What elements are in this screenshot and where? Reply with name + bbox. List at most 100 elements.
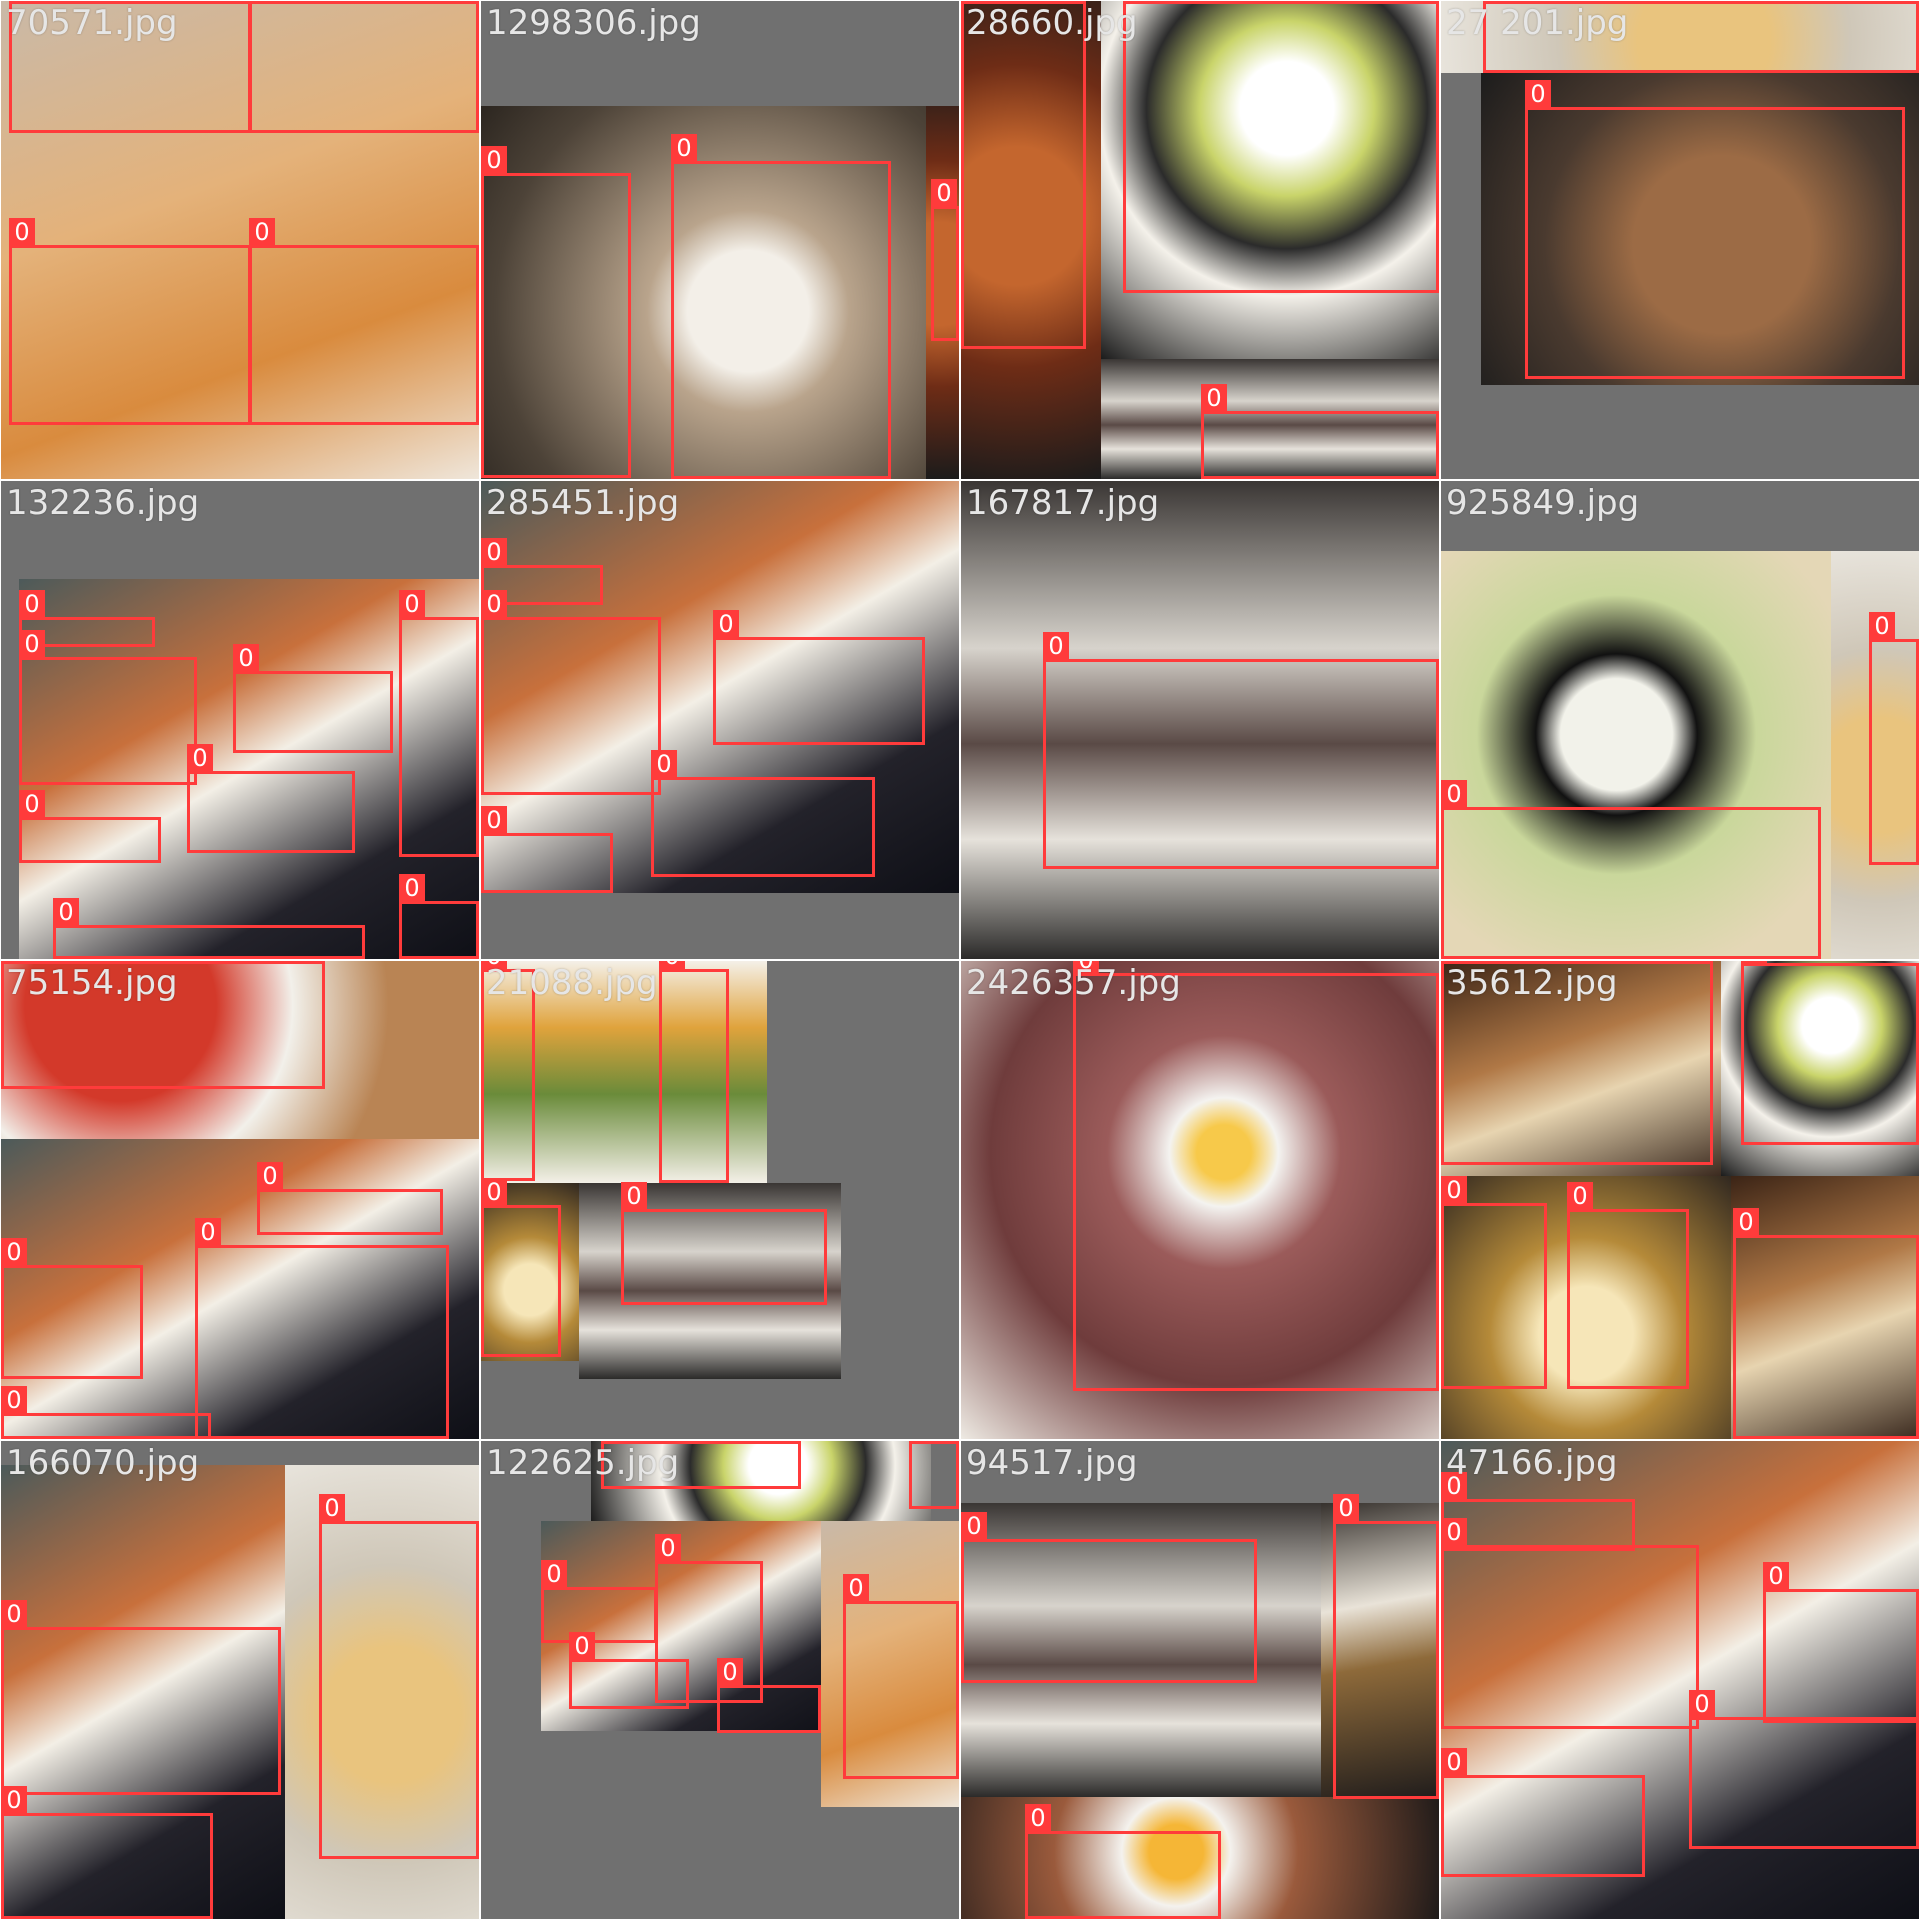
class-label: 0 [655, 1534, 681, 1562]
class-label: 0 [931, 179, 957, 207]
bounding-box: 0 [187, 744, 355, 853]
image-filename-label: 285451.jpg [486, 483, 680, 523]
mosaic-tile: 285451.jpg 0 0 0 0 0 [481, 481, 959, 959]
class-label: 0 [569, 1632, 595, 1660]
class-label: 0 [909, 1441, 935, 1442]
bounding-box: 0 [1741, 961, 1919, 1145]
mosaic-tile: 132236.jpg 0 0 0 0 0 0 0 0 [1, 481, 479, 959]
bounding-box: 0 [651, 750, 875, 877]
image-filename-label: 28660.jpg [966, 3, 1138, 43]
bounding-box: 0 [399, 874, 479, 959]
class-label: 0 [481, 806, 507, 834]
bounding-box: 0 [195, 1218, 449, 1439]
class-label: 0 [1, 961, 27, 962]
bounding-box: 0 [621, 1182, 827, 1305]
class-label: 0 [195, 1218, 221, 1246]
bounding-box: 0 [1689, 1690, 1919, 1849]
bounding-box: 0 [19, 790, 161, 863]
bounding-box: 0 [1525, 80, 1905, 379]
mosaic-tile: 1298306.jpg 0 0 0 [481, 1, 959, 479]
class-label: 0 [1763, 1562, 1789, 1590]
bounding-box: 0 [843, 1574, 959, 1779]
bounding-box: 0 [481, 590, 661, 795]
class-label: 0 [481, 538, 507, 566]
mosaic-tile: 167817.jpg 0 [961, 481, 1439, 959]
mosaic-tile: 94517.jpg 0 0 0 [961, 1441, 1439, 1919]
bounding-box: 0 [1441, 780, 1821, 959]
mosaic-tile: 2426357.jpg 0 [961, 961, 1439, 1439]
bounding-box: 0 [257, 1162, 443, 1235]
bounding-box: 0 [481, 806, 613, 893]
class-label: 0 [19, 590, 45, 618]
class-label: 0 [1, 1386, 27, 1414]
image-filename-label: 167817.jpg [966, 483, 1160, 523]
bounding-box: 0 [1333, 1494, 1439, 1799]
image-filename-label: 94517.jpg [966, 1443, 1138, 1483]
bounding-box: 0 [481, 146, 631, 478]
class-label: 0 [1441, 1176, 1467, 1204]
class-label: 0 [621, 1182, 647, 1210]
bounding-box: 0 [1763, 1562, 1919, 1723]
class-label: 0 [19, 790, 45, 818]
mosaic-tile: 35612.jpg 0 0 0 0 0 [1441, 961, 1919, 1439]
class-label: 0 [481, 1178, 507, 1206]
bounding-box: 0 [1441, 1176, 1547, 1389]
bounding-box: 0 [909, 1441, 959, 1509]
mosaic-tile: 70571.jpg 0 0 0 0 [1, 1, 479, 479]
bounding-box: 0 [713, 610, 925, 745]
class-label: 0 [1, 1238, 27, 1266]
class-label: 0 [1441, 1518, 1467, 1546]
class-label: 0 [651, 750, 677, 778]
class-label: 0 [249, 218, 275, 246]
bounding-box: 0 [249, 1, 479, 133]
bounding-box: 0 [1441, 1518, 1699, 1729]
bounding-box: 0 [319, 1494, 479, 1859]
bounding-box: 0 [569, 1632, 689, 1709]
bounding-box: 0 [1043, 632, 1439, 869]
image-filename-label: 132236.jpg [6, 483, 200, 523]
detection-mosaic-grid: 70571.jpg 0 0 0 0 1298306.jpg 0 0 0 2866… [0, 0, 1920, 1920]
bounding-box: 0 [961, 1, 1086, 349]
mosaic-tile: 166070.jpg 0 0 0 [1, 1441, 479, 1919]
class-label: 0 [1441, 780, 1467, 808]
bounding-box: 0 [1567, 1182, 1689, 1389]
class-label: 0 [19, 630, 45, 658]
bounding-box: 0 [1441, 1472, 1635, 1551]
mosaic-tile: 28660.jpg 0 0 0 [961, 1, 1439, 479]
mosaic-tile: 75154.jpg 0 0 0 0 0 [1, 961, 479, 1439]
class-label: 0 [249, 1, 275, 2]
image-filename-label: 21088.jpg [486, 963, 658, 1003]
class-label: 0 [961, 1, 987, 2]
bounding-box: 0 [19, 630, 197, 785]
bounding-box: 0 [1025, 1804, 1221, 1919]
class-label: 0 [1733, 1208, 1759, 1236]
bounding-box: 0 [659, 961, 729, 1183]
bounding-box: 0 [1, 1600, 281, 1795]
class-label: 0 [659, 961, 685, 970]
class-label: 0 [713, 610, 739, 638]
class-label: 0 [9, 218, 35, 246]
class-label: 0 [1, 1786, 27, 1814]
bounding-box: 0 [233, 644, 393, 753]
mosaic-tile: 925849.jpg 0 0 [1441, 481, 1919, 959]
mosaic-tile: 47166.jpg 0 0 0 0 0 [1441, 1441, 1919, 1919]
bounding-box: 0 [1441, 1748, 1645, 1877]
class-label: 0 [541, 1560, 567, 1588]
bounding-box: 0 [249, 218, 479, 425]
image-filename-label: 1298306.jpg [486, 3, 701, 43]
image-filename-label: 27 201.jpg [1446, 3, 1629, 43]
bounding-box: 0 [931, 179, 959, 341]
class-label: 0 [187, 744, 213, 772]
bounding-box: 0 [481, 1178, 561, 1357]
bounding-box: 0 [671, 134, 891, 479]
bounding-box: 0 [1201, 384, 1439, 479]
class-label: 0 [1333, 1494, 1359, 1522]
class-label: 0 [1567, 1182, 1593, 1210]
image-filename-label: 47166.jpg [1446, 1443, 1618, 1483]
class-label: 0 [1483, 1, 1509, 2]
bounding-box: 0 [53, 898, 365, 959]
class-label: 0 [671, 134, 697, 162]
mosaic-tile: 122625.jpg 0 0 0 0 0 0 0 [481, 1441, 959, 1919]
image-filename-label: 166070.jpg [6, 1443, 200, 1483]
class-label: 0 [1741, 961, 1767, 964]
